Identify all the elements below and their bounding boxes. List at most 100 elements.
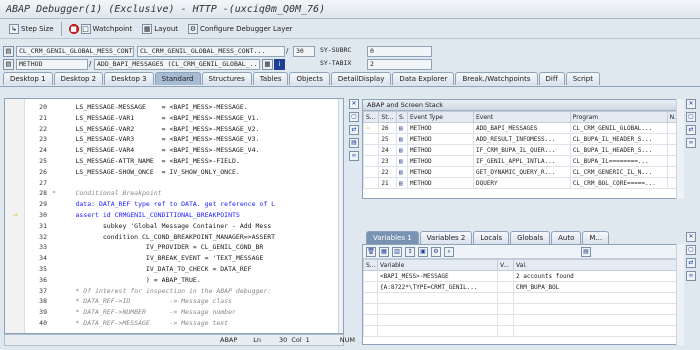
filter-icon[interactable]: ▥ xyxy=(392,246,402,257)
line-number: 33 xyxy=(39,243,47,252)
stack-row[interactable]: 23 ▤ METHOD IF_GENIL_APPL_INTLA... CL_BUPA_I… xyxy=(363,155,683,167)
stack-cell-prog: CL_BUPA_IL========... xyxy=(569,155,668,167)
variables-scrollbar[interactable] xyxy=(676,244,684,345)
line-number: 20 xyxy=(39,103,47,111)
event-type-field[interactable]: METHOD xyxy=(16,59,88,70)
variable-row[interactable]: {A:8722*\TYPE=CRMT_GENIL... CRM_BUPA_BOL xyxy=(363,281,683,293)
stack-col-header[interactable]: S... xyxy=(363,111,380,123)
stack-col-header[interactable]: S. xyxy=(395,111,408,123)
var-cell-var[interactable]: <BAPI_MESS>-MESSAGE xyxy=(377,270,498,282)
info-icon[interactable]: i xyxy=(274,59,285,70)
tab-objects[interactable]: Objects xyxy=(289,72,330,85)
source-icon[interactable]: ▤ xyxy=(349,138,359,148)
var-col-header[interactable]: S... xyxy=(363,259,378,271)
glasses-icon[interactable]: ∞ xyxy=(686,138,696,148)
stack-row[interactable]: ⇨ 26 ▤ METHOD ADD_BAPI_MESSAGES CL_CRM_GENIL_… xyxy=(363,122,683,134)
variable-row-empty[interactable] xyxy=(363,303,683,315)
line-number: 35 xyxy=(39,265,47,273)
event-field[interactable]: ADD_BAPI_MESSAGES (CL_CRM_GENIL_GLOBAL_.… xyxy=(94,59,260,70)
var-cell xyxy=(497,270,514,282)
tab-tables[interactable]: Tables xyxy=(252,72,289,85)
configure-layer-button[interactable]: ⚙ Configure Debugger Layer xyxy=(185,22,296,37)
maximize-icon[interactable]: ▢ xyxy=(349,112,359,122)
sort-icon[interactable]: ↕ xyxy=(405,246,415,257)
tab-break-watchpoints[interactable]: Break./Watchpoints xyxy=(455,72,538,85)
tab-desktop-2[interactable]: Desktop 2 xyxy=(53,72,104,85)
swap-icon[interactable]: ⇄ xyxy=(686,125,696,135)
variable-row-empty[interactable] xyxy=(363,314,683,326)
settings-icon[interactable]: ⚙ xyxy=(431,246,441,257)
tab-detaildisplay[interactable]: DetailDisplay xyxy=(330,72,392,85)
var-col-header[interactable]: Variable xyxy=(377,259,498,271)
layout-button[interactable]: ▦ Layout xyxy=(139,22,181,37)
current-frame-arrow-icon: ⇨ xyxy=(363,122,380,134)
stack-row[interactable]: 21 ▤ METHOD DQUERY CL_CRM_BOL_CORE=====... xyxy=(363,177,683,189)
source-code-editor[interactable]: 20 LS_MESSAGE-MESSAGE = <BAPI_MESS>-MESS… xyxy=(4,98,344,334)
var-tab-variables-1[interactable]: Variables 1 xyxy=(366,231,419,244)
tab-standard[interactable]: Standard xyxy=(154,72,201,85)
code-scrollbar[interactable] xyxy=(338,99,343,333)
swap-icon[interactable]: ⇄ xyxy=(349,125,359,135)
tab-data-explorer[interactable]: Data Explorer xyxy=(392,72,455,85)
glasses-icon[interactable]: ∞ xyxy=(349,151,359,161)
var-tab-locals[interactable]: Locals xyxy=(473,231,510,244)
variable-row-empty[interactable] xyxy=(363,325,683,337)
close-icon[interactable]: ✕ xyxy=(686,232,696,242)
stack-row[interactable]: 22 ▤ METHOD GET_DYNAMIC_QUERY_R... CL_CRM_GE… xyxy=(363,166,683,178)
stack-scrollbar[interactable] xyxy=(676,99,684,199)
find-icon[interactable]: ⌕ xyxy=(444,246,454,257)
stack-cell-st: 22 xyxy=(378,166,397,178)
save-icon[interactable]: ▣ xyxy=(418,246,428,257)
var-tab-auto[interactable]: Auto xyxy=(551,231,582,244)
tab-script[interactable]: Script xyxy=(565,72,600,85)
var-tab-m[interactable]: M... xyxy=(582,231,610,244)
swap-icon[interactable]: ⇄ xyxy=(686,258,696,268)
var-cell-val: 2 accounts found xyxy=(513,270,683,282)
line-field[interactable]: 30 xyxy=(293,46,315,57)
import-icon[interactable]: ▤ xyxy=(581,246,591,257)
sy-subrc-value[interactable]: 0 xyxy=(367,46,432,57)
var-tab-variables-2[interactable]: Variables 2 xyxy=(419,231,473,244)
glasses-icon[interactable]: ∞ xyxy=(686,271,696,281)
variables-panel: 🗑 ▦ ▥ ↕ ▣ ⚙ ⌕ ▤ S... Variable V... Val. <BA… xyxy=(362,244,684,345)
stack-row[interactable]: 24 ▤ METHOD IF_CRM_BUPA_IL_QUER... CL_BUPA_I… xyxy=(363,144,683,156)
sy-tabix-value[interactable]: 2 xyxy=(367,59,432,70)
maximize-icon[interactable]: ▢ xyxy=(686,245,696,255)
display-icon[interactable]: ▦ xyxy=(262,59,273,70)
status-ln-label: Ln xyxy=(253,336,262,344)
var-tab-globals[interactable]: Globals xyxy=(510,231,551,244)
class-field[interactable]: CL_CRM_GENIL_GLOBAL_MESS_CONT xyxy=(16,46,134,57)
code-line: LS_MESSAGE-VAR3 = <BAPI_MESS>-MESSAGE_V3… xyxy=(52,135,260,144)
stack-col-header[interactable]: St... xyxy=(378,111,397,123)
configure-icon: ⚙ xyxy=(188,24,198,34)
include-field[interactable]: CL_CRM_GENIL_GLOBAL_MESS_CONT... xyxy=(137,46,285,57)
stack-row[interactable]: 25 ▤ METHOD ADD_RESULT_INFOMESS... CL_BUPA_I… xyxy=(363,133,683,145)
var-col-header[interactable]: V... xyxy=(497,259,514,271)
stack-cell-event: ADD_RESULT_INFOMESS... xyxy=(472,133,571,145)
variable-row[interactable]: <BAPI_MESS>-MESSAGE 2 accounts found xyxy=(363,270,683,282)
tab-structures[interactable]: Structures xyxy=(201,72,252,85)
tab-diff[interactable]: Diff xyxy=(538,72,565,85)
close-icon[interactable]: ✕ xyxy=(349,99,359,109)
delete-icon[interactable]: 🗑 xyxy=(366,246,376,257)
code-side-icons: ✕ ▢ ⇄ ▤ ∞ xyxy=(349,99,361,161)
line-number: 37 xyxy=(39,286,47,295)
tab-desktop-3[interactable]: Desktop 3 xyxy=(104,72,154,85)
tab-desktop-1[interactable]: Desktop 1 xyxy=(3,72,53,85)
watchpoint-button[interactable]: ■ □ Watchpoint xyxy=(66,22,136,37)
code-line: LS_MESSAGE-VAR4 = <BAPI_MESS>-MESSAGE_V4… xyxy=(52,146,260,155)
var-cell-var[interactable]: {A:8722*\TYPE=CRMT_GENIL... xyxy=(377,281,498,293)
variable-row-empty[interactable] xyxy=(363,292,683,304)
close-icon[interactable]: ✕ xyxy=(686,99,696,109)
current-line-arrow-icon: ⇨ xyxy=(13,210,18,219)
var-col-header[interactable]: Val. xyxy=(513,259,683,271)
stack-col-header[interactable]: Event xyxy=(472,111,571,123)
line-number: 28 xyxy=(39,189,47,198)
stack-col-header[interactable]: Program xyxy=(569,111,668,123)
stack-col-header[interactable]: Event Type xyxy=(406,111,474,123)
toolbar: ↳ Step Size ■ □ Watchpoint ▦ Layout ⚙ Configu… xyxy=(0,20,700,39)
step-size-button[interactable]: ↳ Step Size xyxy=(6,22,57,37)
table-icon[interactable]: ▦ xyxy=(379,246,389,257)
line-number: 25 xyxy=(39,157,47,165)
maximize-icon[interactable]: ▢ xyxy=(686,112,696,122)
